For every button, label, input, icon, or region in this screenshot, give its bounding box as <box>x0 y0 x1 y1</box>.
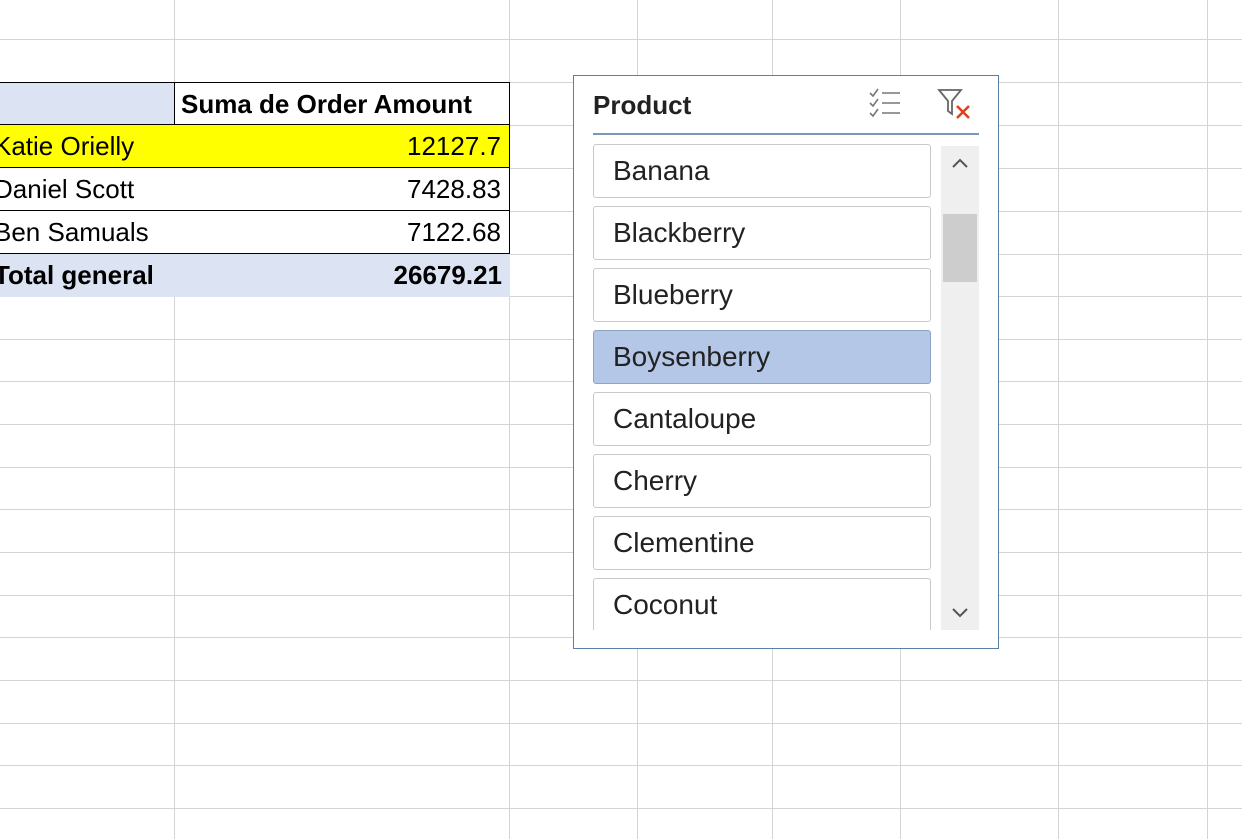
row-label: Daniel Scott <box>0 174 135 204</box>
slicer-scrollbar[interactable] <box>941 146 979 630</box>
value-header-cell[interactable]: Suma de Order Amount <box>174 82 510 125</box>
slicer-header-divider <box>593 133 979 135</box>
pivot-row: Katie Orielly 12127.7 <box>0 125 510 168</box>
chevron-down-icon <box>952 608 968 618</box>
slicer-item[interactable]: Blackberry <box>593 206 931 260</box>
slicer-item[interactable]: Cherry <box>593 454 931 508</box>
scroll-up-button[interactable] <box>941 146 979 182</box>
scroll-thumb[interactable] <box>943 214 977 282</box>
multi-select-icon[interactable] <box>866 84 906 124</box>
row-labels-header-cell[interactable] <box>0 82 175 125</box>
slicer-item[interactable]: Blueberry <box>593 268 931 322</box>
row-label-cell[interactable]: Daniel Scott <box>0 168 175 211</box>
slicer-item[interactable]: Banana <box>593 144 931 198</box>
value-cell[interactable]: 7428.83 <box>174 168 510 211</box>
pivot-row: Ben Samuals 7122.68 <box>0 211 510 254</box>
slicer-title: Product <box>593 90 692 120</box>
row-divider <box>0 808 1242 809</box>
pivot-header-row: Suma de Order Amount <box>0 82 510 125</box>
slicer-item[interactable]: Coconut <box>593 578 931 630</box>
row-divider <box>0 765 1242 766</box>
slicer-item[interactable]: Cantaloupe <box>593 392 931 446</box>
row-divider <box>0 39 1242 40</box>
chevron-up-icon <box>952 158 968 168</box>
row-divider <box>0 723 1242 724</box>
total-label: Total general <box>0 260 154 290</box>
slicer-item-list: Banana Blackberry Blueberry Boysenberry … <box>593 144 933 630</box>
total-value-cell[interactable]: 26679.21 <box>174 254 510 297</box>
row-divider <box>0 680 1242 681</box>
slicer-item-selected[interactable]: Boysenberry <box>593 330 931 384</box>
row-label-cell[interactable]: Katie Orielly <box>0 125 175 168</box>
row-label-cell[interactable]: Ben Samuals <box>0 211 175 254</box>
pivot-row: Daniel Scott 7428.83 <box>0 168 510 211</box>
row-label: Katie Orielly <box>0 131 135 161</box>
row-label: Ben Samuals <box>0 217 149 247</box>
scroll-down-button[interactable] <box>941 594 979 630</box>
pivot-total-row: Total general 26679.21 <box>0 254 510 297</box>
product-slicer[interactable]: Product Banana Blackberry Blueberry Boys… <box>573 75 999 649</box>
clear-filter-icon[interactable] <box>935 84 975 124</box>
value-cell[interactable]: 7122.68 <box>174 211 510 254</box>
total-label-cell[interactable]: Total general <box>0 254 175 297</box>
value-cell[interactable]: 12127.7 <box>174 125 510 168</box>
slicer-item[interactable]: Clementine <box>593 516 931 570</box>
